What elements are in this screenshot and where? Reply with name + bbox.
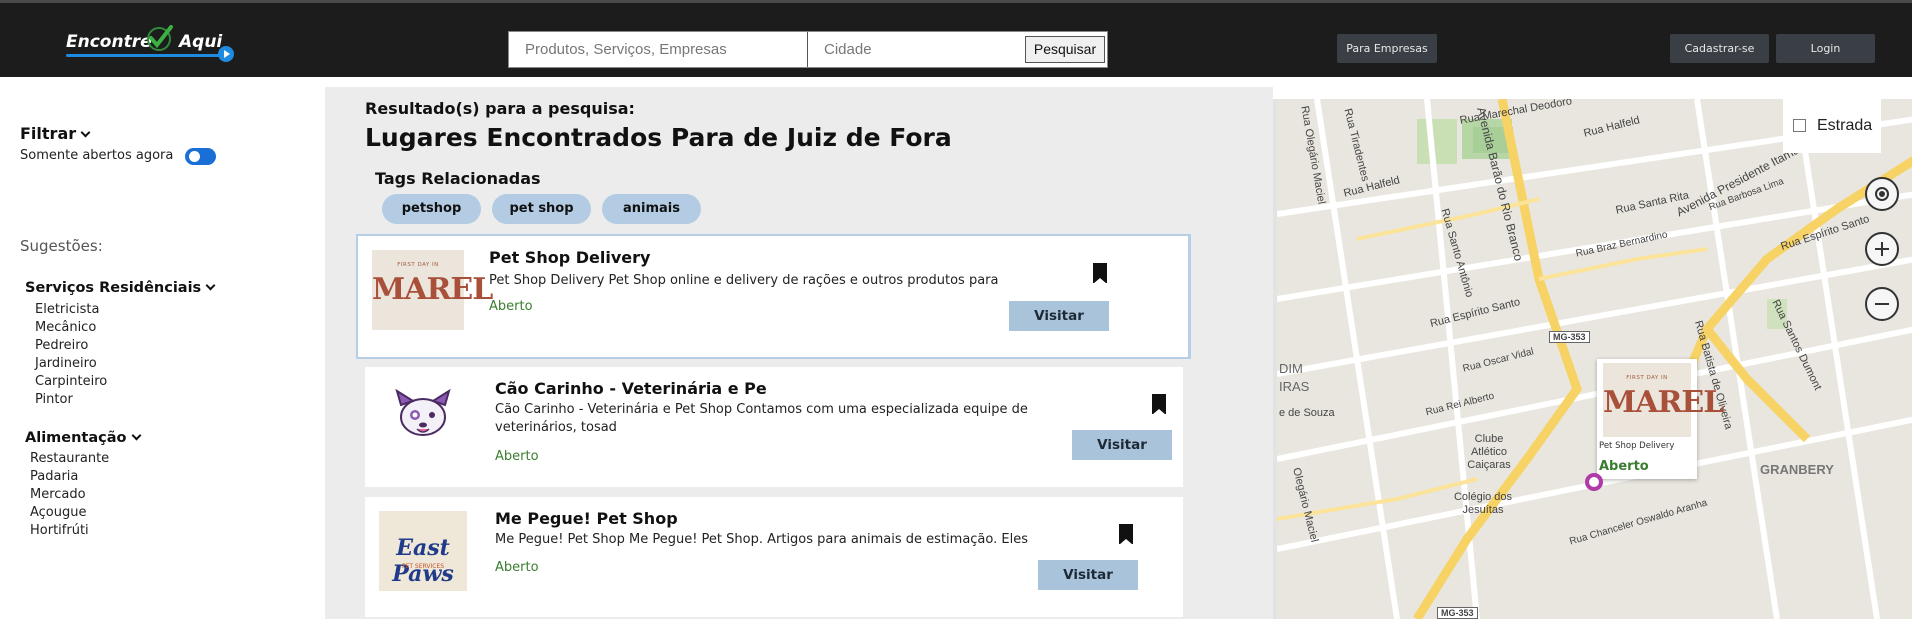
tag-pet-shop[interactable]: pet shop bbox=[492, 194, 591, 224]
map-background bbox=[1277, 99, 1912, 619]
bookmark-icon[interactable] bbox=[1152, 394, 1166, 415]
logo-text-left: Encontre bbox=[66, 32, 152, 52]
map-popup[interactable]: FIRST DAY IN MAREL Pet Shop Delivery Abe… bbox=[1597, 359, 1724, 479]
status-badge: Aberto bbox=[495, 449, 539, 464]
business-logo: FIRST DAY IN MAREL bbox=[1603, 363, 1724, 437]
business-logo: FIRST DAY IN MAREL bbox=[372, 250, 493, 330]
bookmark-icon[interactable] bbox=[1119, 524, 1133, 545]
open-now-toggle[interactable] bbox=[185, 148, 216, 165]
suggestion-acougue[interactable]: Açougue bbox=[30, 505, 87, 520]
suggestion-restaurante[interactable]: Restaurante bbox=[30, 451, 109, 466]
search-button[interactable]: Pesquisar bbox=[1025, 36, 1105, 63]
dog-icon bbox=[395, 388, 451, 436]
chevron-down-icon bbox=[80, 127, 91, 138]
results-panel: Resultado(s) para a pesquisa: Lugares En… bbox=[325, 87, 1273, 619]
popup-name: Pet Shop Delivery bbox=[1599, 441, 1675, 451]
result-card[interactable]: Cão Carinho - Veterinária e Pe Cão Carin… bbox=[365, 367, 1183, 487]
para-empresas-button[interactable]: Para Empresas bbox=[1337, 34, 1437, 63]
suggestion-jardineiro[interactable]: Jardineiro bbox=[35, 356, 97, 371]
suggestion-pedreiro[interactable]: Pedreiro bbox=[35, 338, 88, 353]
filter-dropdown[interactable]: Filtrar bbox=[20, 124, 91, 143]
result-card[interactable]: East Paws PET SERVICES Me Pegue! Pet Sho… bbox=[365, 497, 1183, 617]
business-name[interactable]: Pet Shop Delivery bbox=[489, 248, 650, 267]
open-now-label: Somente abertos agora bbox=[20, 148, 174, 163]
place-label: Clube Atlético Caiçaras bbox=[1467, 433, 1511, 471]
category-servicos[interactable]: Serviços Residênciais bbox=[25, 280, 216, 296]
results-title: Lugares Encontrados Para de Juiz de Fora bbox=[365, 123, 952, 152]
business-logo bbox=[379, 381, 467, 461]
suggestions-label: Sugestões: bbox=[20, 237, 103, 255]
locate-icon[interactable] bbox=[1865, 177, 1899, 211]
search-bar: Pesquisar bbox=[508, 31, 1108, 68]
suggestion-hortifruti[interactable]: Hortifrúti bbox=[30, 523, 89, 538]
logo-underline bbox=[66, 54, 224, 57]
tag-petshop[interactable]: petshop bbox=[382, 194, 481, 224]
logo-caption: FIRST DAY IN bbox=[397, 262, 439, 268]
visit-button[interactable]: Visitar bbox=[1009, 301, 1109, 331]
highway-badge: MG-353 bbox=[1549, 331, 1590, 343]
map-type-label: Estrada bbox=[1817, 117, 1873, 134]
login-button[interactable]: Login bbox=[1776, 34, 1875, 63]
check-icon bbox=[147, 25, 173, 51]
tags-title: Tags Relacionadas bbox=[375, 169, 541, 188]
zoom-out-icon[interactable] bbox=[1865, 287, 1899, 321]
checkbox-icon bbox=[1793, 119, 1806, 132]
suggestion-eletricista[interactable]: Eletricista bbox=[35, 302, 99, 317]
suggestion-mecanico[interactable]: Mecânico bbox=[35, 320, 96, 335]
business-description: Me Pegue! Pet Shop Me Pegue! Pet Shop. A… bbox=[495, 532, 1028, 547]
chevron-down-icon bbox=[131, 430, 141, 441]
highway-badge: MG-353 bbox=[1437, 607, 1478, 619]
business-description: Pet Shop Delivery Pet Shop online e deli… bbox=[489, 273, 999, 288]
result-card[interactable]: FIRST DAY IN MAREL Pet Shop Delivery Pet… bbox=[356, 234, 1191, 359]
district-label: IRAS bbox=[1279, 379, 1310, 394]
business-description: Cão Carinho - Veterinária e Pet Shop Con… bbox=[495, 402, 1028, 435]
category-title: Serviços Residênciais bbox=[25, 280, 202, 296]
zoom-in-icon[interactable] bbox=[1865, 232, 1899, 266]
suggestion-carpinteiro[interactable]: Carpinteiro bbox=[35, 374, 107, 389]
map-panel[interactable]: Rua Marechal Deodoro Rua Halfeld Rua Hal… bbox=[1273, 99, 1912, 619]
visit-button[interactable]: Visitar bbox=[1038, 560, 1138, 590]
suggestion-pintor[interactable]: Pintor bbox=[35, 392, 73, 407]
map-type-toggle[interactable]: Estrada bbox=[1783, 99, 1881, 153]
business-logo: East Paws PET SERVICES bbox=[379, 511, 467, 591]
suggestion-mercado[interactable]: Mercado bbox=[30, 487, 86, 502]
search-city-input[interactable] bbox=[808, 32, 1028, 67]
chevron-down-icon bbox=[205, 280, 216, 291]
district-label: GRANBERY bbox=[1760, 462, 1834, 477]
visit-button[interactable]: Visitar bbox=[1072, 430, 1172, 460]
filter-label: Filtrar bbox=[20, 124, 77, 143]
bookmark-icon[interactable] bbox=[1093, 263, 1107, 284]
search-products-input[interactable] bbox=[509, 32, 808, 67]
status-badge: Aberto bbox=[489, 299, 533, 314]
results-subtitle: Resultado(s) para a pesquisa: bbox=[365, 99, 635, 118]
district-label: DIM bbox=[1279, 361, 1303, 376]
play-arrow-icon bbox=[218, 46, 234, 62]
logo-text-right: Aqui bbox=[179, 32, 223, 52]
category-alimentacao[interactable]: Alimentação bbox=[25, 430, 141, 446]
suggestion-padaria[interactable]: Padaria bbox=[30, 469, 78, 484]
tag-animais[interactable]: animais bbox=[602, 194, 701, 224]
site-logo[interactable]: Encontre Aqui bbox=[66, 25, 241, 66]
category-title: Alimentação bbox=[25, 430, 127, 446]
map-pin-icon[interactable] bbox=[1585, 473, 1603, 491]
status-badge: Aberto bbox=[495, 560, 539, 575]
business-name[interactable]: Cão Carinho - Veterinária e Pe bbox=[495, 379, 767, 398]
logo-text: East Paws bbox=[392, 535, 454, 587]
logo-caption: PET SERVICES bbox=[401, 563, 445, 570]
logo-text: MAREL bbox=[372, 272, 493, 307]
cadastrar-button[interactable]: Cadastrar-se bbox=[1670, 34, 1769, 63]
popup-status: Aberto bbox=[1599, 459, 1649, 474]
logo-caption: FIRST DAY IN bbox=[1626, 375, 1668, 381]
street-label: e de Souza bbox=[1279, 407, 1335, 419]
top-header: Encontre Aqui Pesquisar Para Empresas Ca… bbox=[0, 0, 1912, 77]
place-label: Colégio dos Jesuítas bbox=[1453, 491, 1513, 516]
logo-text: MAREL bbox=[1603, 385, 1724, 420]
filter-sidebar: Filtrar Somente abertos agora Sugestões:… bbox=[0, 77, 325, 619]
business-name[interactable]: Me Pegue! Pet Shop bbox=[495, 509, 678, 528]
